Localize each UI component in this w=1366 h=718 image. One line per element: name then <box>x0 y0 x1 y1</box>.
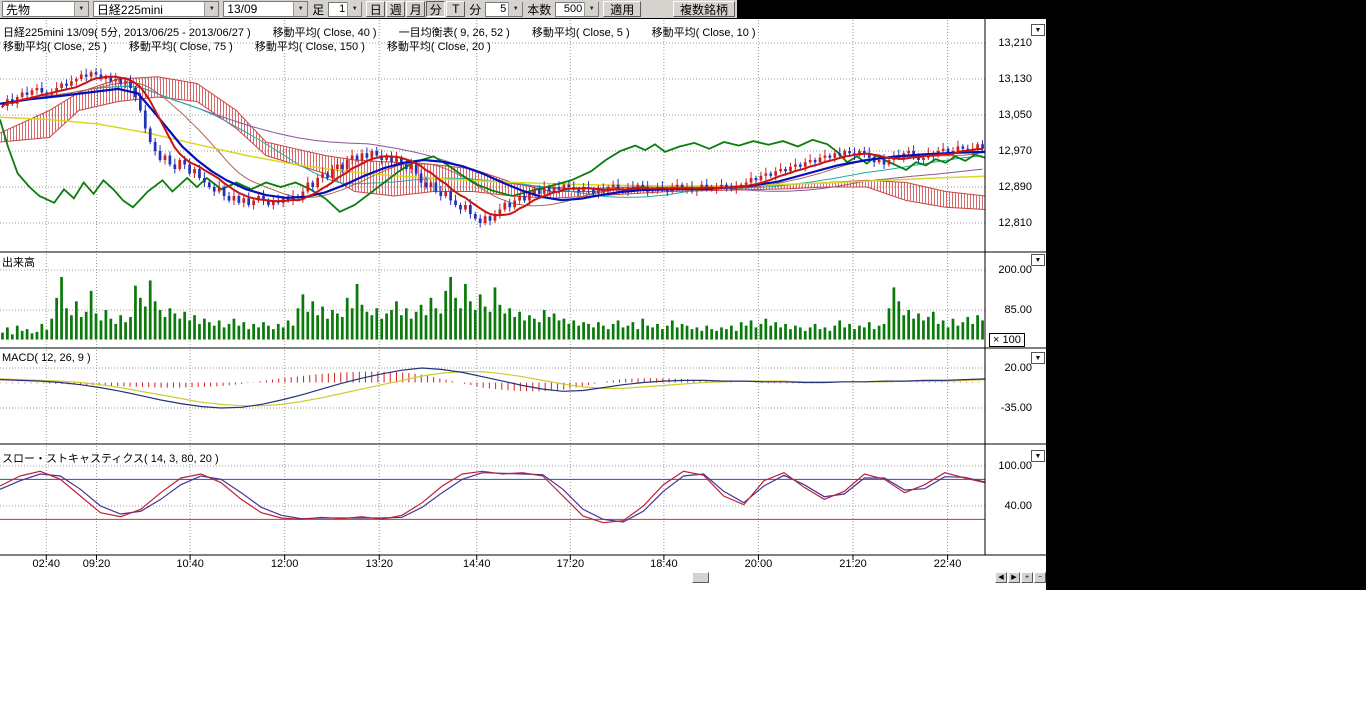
count-label: 本数 <box>527 1 551 18</box>
zoom-out-icon[interactable]: − <box>1034 572 1046 583</box>
time-axis-label: 14:40 <box>457 558 497 570</box>
bar-label: 足 <box>312 1 324 18</box>
time-axis-label: 17:20 <box>550 558 590 570</box>
legend-item: 移動平均( Close, 10 ) <box>652 24 756 40</box>
legend-item: 移動平均( Close, 150 ) <box>255 38 365 54</box>
legend-item: 移動平均( Close, 75 ) <box>129 38 233 54</box>
minute-input[interactable]: ▼ <box>485 2 523 17</box>
period-button-group: 日週月分T <box>366 1 465 17</box>
chevron-down-icon[interactable]: ▼ <box>508 2 522 16</box>
time-axis-label: 10:40 <box>170 558 210 570</box>
price-axis-label: 12,890 <box>988 181 1032 193</box>
volume-panel-label: 出来高 <box>2 254 35 270</box>
stoch-panel-label: スロー・ストキャスティクス( 14, 3, 80, 20 ) <box>2 450 219 466</box>
panel-menu-button[interactable]: ▼ <box>1031 24 1045 36</box>
period-button-T[interactable]: T <box>446 1 465 17</box>
scroll-right-icon[interactable]: ▶ <box>1008 572 1020 583</box>
bar-count-value[interactable] <box>556 3 584 16</box>
panel-menu-button[interactable]: ▼ <box>1031 352 1045 364</box>
period-button-分[interactable]: 分 <box>426 1 445 17</box>
legend-item: 移動平均( Close, 5 ) <box>532 24 630 40</box>
stoch-axis-label: 100.00 <box>988 460 1032 472</box>
bar-count-input[interactable]: ▼ <box>555 2 599 17</box>
price-axis-label: 13,130 <box>988 73 1032 85</box>
macd-axis-label: -35.00 <box>988 402 1032 414</box>
period-button-日[interactable]: 日 <box>366 1 385 17</box>
scroll-left-icon[interactable]: ◀ <box>995 572 1007 583</box>
minute-label: 分 <box>469 1 481 18</box>
chevron-down-icon[interactable]: ▼ <box>584 2 598 16</box>
contract-month-select[interactable]: 13/09 ▼ <box>223 1 308 17</box>
volume-multiplier-badge: × 100 <box>989 333 1025 347</box>
apply-button[interactable]: 適用 <box>603 1 641 17</box>
period-button-週[interactable]: 週 <box>386 1 405 17</box>
scrollbar-thumb[interactable] <box>692 572 709 583</box>
macd-axis-label: 20.00 <box>988 362 1032 374</box>
volume-axis-label: 85.00 <box>988 304 1032 316</box>
time-axis-label: 21:20 <box>833 558 873 570</box>
zoom-in-icon[interactable]: + <box>1021 572 1033 583</box>
instrument-value: 日経225mini <box>94 1 204 18</box>
time-axis-label: 02:40 <box>26 558 66 570</box>
instrument-select[interactable]: 日経225mini ▼ <box>93 1 219 17</box>
period-button-月[interactable]: 月 <box>406 1 425 17</box>
minute-value[interactable] <box>486 3 508 16</box>
stoch-axis-label: 40.00 <box>988 500 1032 512</box>
price-axis-label: 13,050 <box>988 109 1032 121</box>
time-axis-label: 20:00 <box>738 558 778 570</box>
panel-menu-button[interactable]: ▼ <box>1031 254 1045 266</box>
price-axis-label: 12,970 <box>988 145 1032 157</box>
panel-menu-button[interactable]: ▼ <box>1031 450 1045 462</box>
time-axis-label: 18:40 <box>644 558 684 570</box>
bar-interval-input[interactable]: ▼ <box>328 2 362 17</box>
chart-legend-line2: 移動平均( Close, 25 ) 移動平均( Close, 75 ) 移動平均( … <box>3 38 491 54</box>
price-axis-label: 13,210 <box>988 37 1032 49</box>
chart-area: 日経225mini 13/09( 5分, 2013/06/25 - 2013/0… <box>0 18 1046 590</box>
price-axis-label: 12,810 <box>988 217 1032 229</box>
instrument-type-value: 先物 <box>3 1 74 18</box>
legend-item: 移動平均( Close, 20 ) <box>387 38 491 54</box>
legend-item: 移動平均( Close, 25 ) <box>3 38 107 54</box>
chart-canvas[interactable] <box>0 18 1046 590</box>
time-axis-label: 12:00 <box>265 558 305 570</box>
toolbar: 先物 ▼ 日経225mini ▼ 13/09 ▼ 足 ▼ 日週月分T 分 ▼ 本… <box>0 0 737 18</box>
bar-interval-value[interactable] <box>329 3 347 16</box>
time-axis-label: 22:40 <box>928 558 968 570</box>
chevron-down-icon[interactable]: ▼ <box>347 2 361 16</box>
time-axis-label: 13:20 <box>359 558 399 570</box>
multi-symbol-button[interactable]: 複数銘柄 <box>673 1 735 17</box>
chevron-down-icon: ▼ <box>293 2 307 16</box>
macd-panel-label: MACD( 12, 26, 9 ) <box>2 352 91 364</box>
chevron-down-icon: ▼ <box>74 2 88 16</box>
instrument-type-select[interactable]: 先物 ▼ <box>2 1 89 17</box>
volume-axis-label: 200.00 <box>988 264 1032 276</box>
time-axis-label: 09:20 <box>77 558 117 570</box>
desktop-background <box>1046 0 1366 590</box>
contract-month-value: 13/09 <box>224 2 293 16</box>
chevron-down-icon: ▼ <box>204 2 218 16</box>
